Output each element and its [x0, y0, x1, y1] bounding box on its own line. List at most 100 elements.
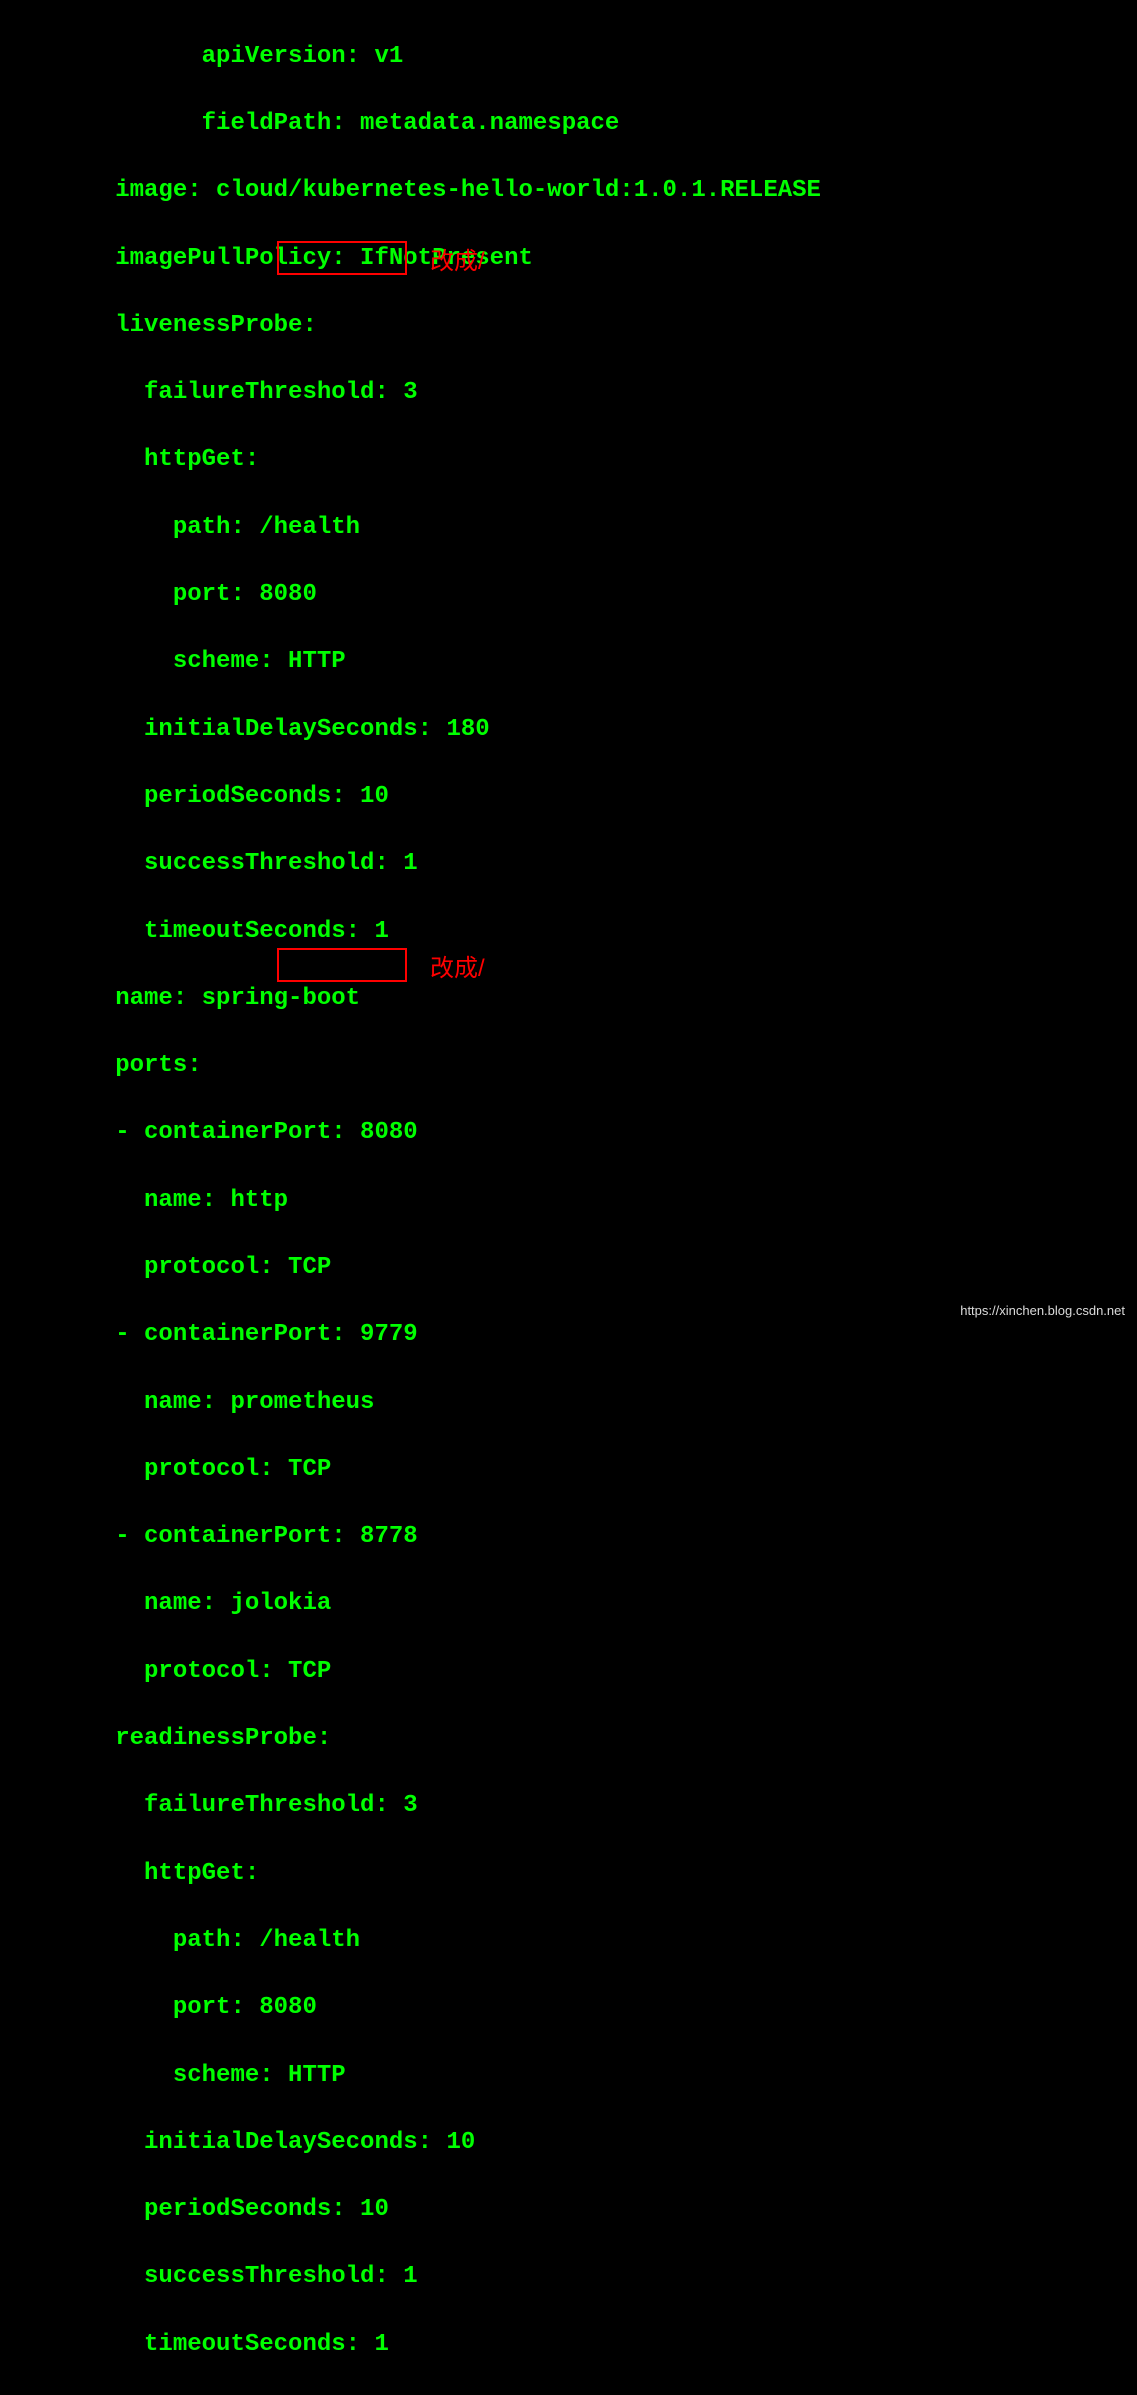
- code-text: protocol: TCP: [58, 1254, 332, 1281]
- code-text: port: 8080: [58, 581, 317, 608]
- code-line: scheme: HTTP: [0, 2059, 1137, 2093]
- code-text: scheme: HTTP: [58, 648, 346, 675]
- code-text: timeoutSeconds: 1: [58, 2331, 389, 2358]
- indent: [0, 514, 58, 541]
- indent: [0, 2263, 58, 2290]
- code-line: image: cloud/kubernetes-hello-world:1.0.…: [0, 174, 1137, 208]
- indent: [0, 2196, 58, 2223]
- indent: [0, 1860, 58, 1887]
- indent: [0, 2129, 58, 2156]
- code-text: periodSeconds: 10: [58, 783, 389, 810]
- code-text: httpGet:: [58, 1860, 260, 1887]
- indent: [0, 245, 58, 272]
- code-text: failureThreshold: 3: [58, 1792, 418, 1819]
- code-text: protocol: TCP: [58, 1658, 332, 1685]
- indent: [0, 379, 58, 406]
- code-line: name: spring-boot: [0, 982, 1137, 1016]
- indent: [0, 918, 58, 945]
- code-line: timeoutSeconds: 1: [0, 915, 1137, 949]
- code-line: protocol: TCP: [0, 1251, 1137, 1285]
- code-text: periodSeconds: 10: [58, 2196, 389, 2223]
- code-line: path: /health: [0, 511, 1137, 545]
- indent: [0, 446, 58, 473]
- indent: [0, 1187, 58, 1214]
- code-text: name: spring-boot: [58, 985, 360, 1012]
- indent: [0, 1523, 58, 1550]
- code-text: readinessProbe:: [58, 1725, 332, 1752]
- indent: [0, 1725, 58, 1752]
- annotation-change-to-2: 改成/: [430, 952, 485, 986]
- indent: [0, 2062, 58, 2089]
- code-text: - containerPort: 8778: [58, 1523, 418, 1550]
- code-line: periodSeconds: 10: [0, 780, 1137, 814]
- code-line: failureThreshold: 3: [0, 1789, 1137, 1823]
- indent: [0, 850, 58, 877]
- code-line: successThreshold: 1: [0, 2260, 1137, 2294]
- code-line: name: prometheus: [0, 1386, 1137, 1420]
- code-text: image: cloud/kubernetes-hello-world:1.0.…: [58, 177, 821, 204]
- indent: [0, 1994, 58, 2021]
- code-line: initialDelaySeconds: 180: [0, 713, 1137, 747]
- watermark-text: https://xinchen.blog.csdn.net: [960, 1294, 1125, 1328]
- code-line: protocol: TCP: [0, 1655, 1137, 1689]
- code-text: livenessProbe:: [58, 312, 317, 339]
- annotation-change-to-1: 改成/: [430, 245, 485, 279]
- code-text: path: /health: [58, 514, 360, 541]
- code-line: port: 8080: [0, 1991, 1137, 2025]
- indent: [0, 1927, 58, 1954]
- indent: [0, 1456, 58, 1483]
- indent: [0, 1590, 58, 1617]
- code-text: name: prometheus: [58, 1389, 375, 1416]
- code-text: httpGet:: [58, 446, 260, 473]
- indent: [0, 581, 58, 608]
- code-line: httpGet:: [0, 443, 1137, 477]
- code-text: timeoutSeconds: 1: [58, 918, 389, 945]
- highlight-box-readiness-path: [277, 948, 407, 982]
- code-line: timeoutSeconds: 1: [0, 2328, 1137, 2362]
- code-line: ports:: [0, 1049, 1137, 1083]
- indent: [0, 1052, 58, 1079]
- code-line: name: jolokia: [0, 1587, 1137, 1621]
- code-line: httpGet:: [0, 1857, 1137, 1891]
- indent: [0, 2331, 58, 2358]
- indent: [0, 1119, 58, 1146]
- code-text: scheme: HTTP: [58, 2062, 346, 2089]
- code-text: fieldPath: metadata.namespace: [58, 110, 620, 137]
- code-text: successThreshold: 1: [58, 850, 418, 877]
- code-text: - containerPort: 8080: [58, 1119, 418, 1146]
- code-text: failureThreshold: 3: [58, 379, 418, 406]
- indent: [0, 1792, 58, 1819]
- indent: [0, 1389, 58, 1416]
- code-text: apiVersion: v1: [58, 43, 404, 70]
- indent: [0, 43, 58, 70]
- code-line: - containerPort: 8080: [0, 1116, 1137, 1150]
- code-line: scheme: HTTP: [0, 645, 1137, 679]
- code-line: readinessProbe:: [0, 1722, 1137, 1756]
- indent: [0, 783, 58, 810]
- code-line: fieldPath: metadata.namespace: [0, 107, 1137, 141]
- indent: [0, 1254, 58, 1281]
- indent: [0, 985, 58, 1012]
- code-text: successThreshold: 1: [58, 2263, 418, 2290]
- code-line: name: http: [0, 1184, 1137, 1218]
- code-text: protocol: TCP: [58, 1456, 332, 1483]
- indent: [0, 648, 58, 675]
- code-line: apiVersion: v1: [0, 40, 1137, 74]
- code-text: path: /health: [58, 1927, 360, 1954]
- code-text: ports:: [58, 1052, 202, 1079]
- code-text: - containerPort: 9779: [58, 1321, 418, 1348]
- indent: [0, 110, 58, 137]
- indent: [0, 716, 58, 743]
- code-line: imagePullPolicy: IfNotPresent: [0, 242, 1137, 276]
- indent: [0, 312, 58, 339]
- code-line: path: /health: [0, 1924, 1137, 1958]
- code-line: livenessProbe:: [0, 309, 1137, 343]
- code-line: initialDelaySeconds: 10: [0, 2126, 1137, 2160]
- code-text: port: 8080: [58, 1994, 317, 2021]
- code-text: initialDelaySeconds: 180: [58, 716, 490, 743]
- code-line: port: 8080: [0, 578, 1137, 612]
- code-text: initialDelaySeconds: 10: [58, 2129, 476, 2156]
- code-line: protocol: TCP: [0, 1453, 1137, 1487]
- code-text: name: jolokia: [58, 1590, 332, 1617]
- code-block: apiVersion: v1 fieldPath: metadata.names…: [0, 6, 1137, 2395]
